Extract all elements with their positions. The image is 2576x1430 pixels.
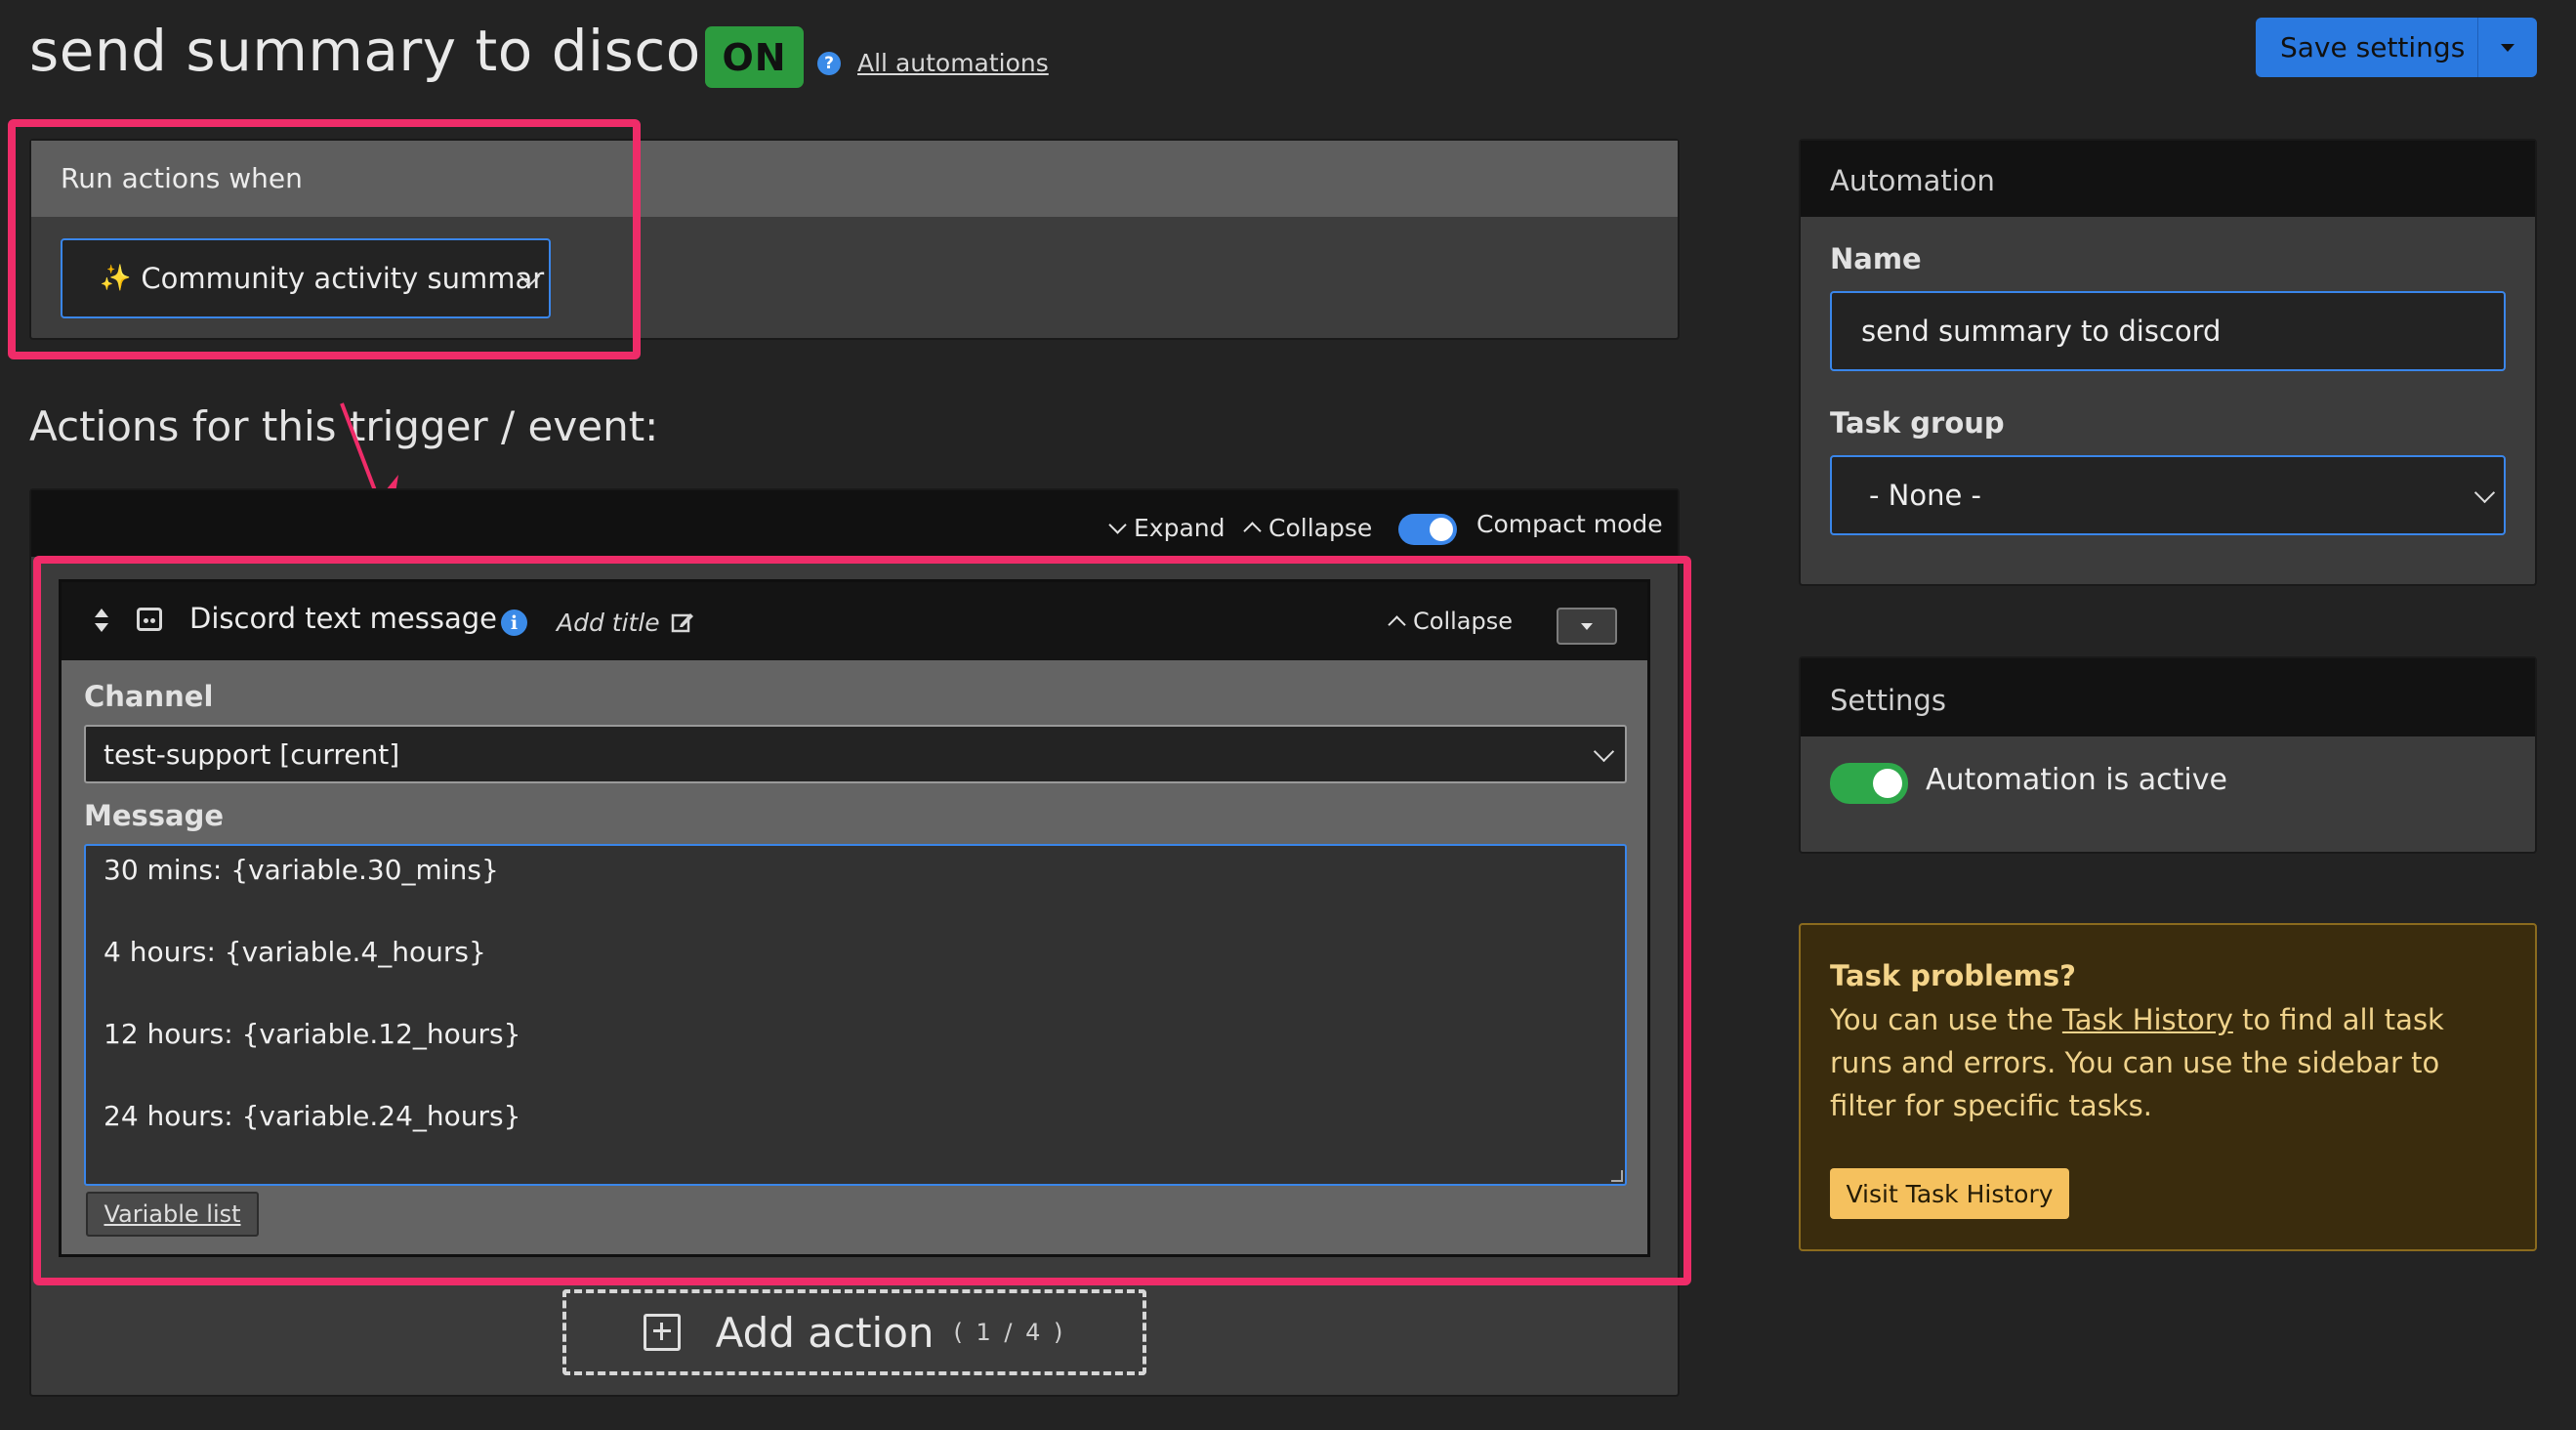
compact-mode-toggle[interactable] <box>1398 514 1457 545</box>
visit-task-history-button[interactable]: Visit Task History <box>1830 1168 2069 1219</box>
expand-all-button[interactable]: Expand <box>1108 514 1226 542</box>
save-settings-button[interactable]: Save settings <box>2256 18 2537 77</box>
all-automations-link[interactable]: All automations <box>857 49 1049 77</box>
save-settings-label: Save settings <box>2280 31 2466 63</box>
status-badge: ON <box>705 26 804 88</box>
task-problems-title: Task problems? <box>1830 959 2076 992</box>
automation-active-label: Automation is active <box>1926 763 2227 797</box>
name-input-value: send summary to discord <box>1861 315 2222 348</box>
add-action-label: Add action <box>715 1308 935 1357</box>
task-history-link[interactable]: Task History <box>2062 1003 2233 1036</box>
plus-square-icon <box>643 1314 681 1351</box>
automation-active-toggle[interactable] <box>1830 763 1908 804</box>
collapse-label: Collapse <box>1268 514 1373 542</box>
expand-label: Expand <box>1134 514 1226 542</box>
compact-mode-label: Compact mode <box>1476 510 1663 538</box>
help-icon[interactable]: ? <box>817 52 841 75</box>
chevron-down-icon <box>1108 516 1127 534</box>
add-action-button[interactable]: Add action ( 1 / 4 ) <box>562 1289 1146 1375</box>
toggle-knob <box>1430 518 1453 541</box>
collapse-all-button[interactable]: Collapse <box>1243 514 1373 542</box>
highlight-box-action <box>33 556 1691 1285</box>
add-action-count: ( 1 / 4 ) <box>953 1319 1066 1346</box>
highlight-box-trigger <box>8 119 641 359</box>
task-group-value: - None - <box>1869 479 1982 512</box>
chevron-down-icon <box>2473 482 2496 504</box>
toggle-knob <box>1873 769 1902 798</box>
automation-panel-heading: Automation <box>1801 141 2535 217</box>
settings-panel-heading: Settings <box>1801 658 2535 736</box>
task-group-label: Task group <box>1830 406 2005 440</box>
caret-down-icon <box>2501 43 2514 52</box>
name-label: Name <box>1830 242 1922 275</box>
name-input[interactable]: send summary to discord <box>1830 291 2506 371</box>
task-problems-text: You can use the Task History to find all… <box>1830 1003 2444 1122</box>
task-group-select[interactable]: - None - <box>1830 455 2506 535</box>
page-title: send summary to discord <box>29 18 761 84</box>
chevron-up-icon <box>1243 522 1262 540</box>
save-options-dropdown[interactable] <box>2477 18 2537 77</box>
